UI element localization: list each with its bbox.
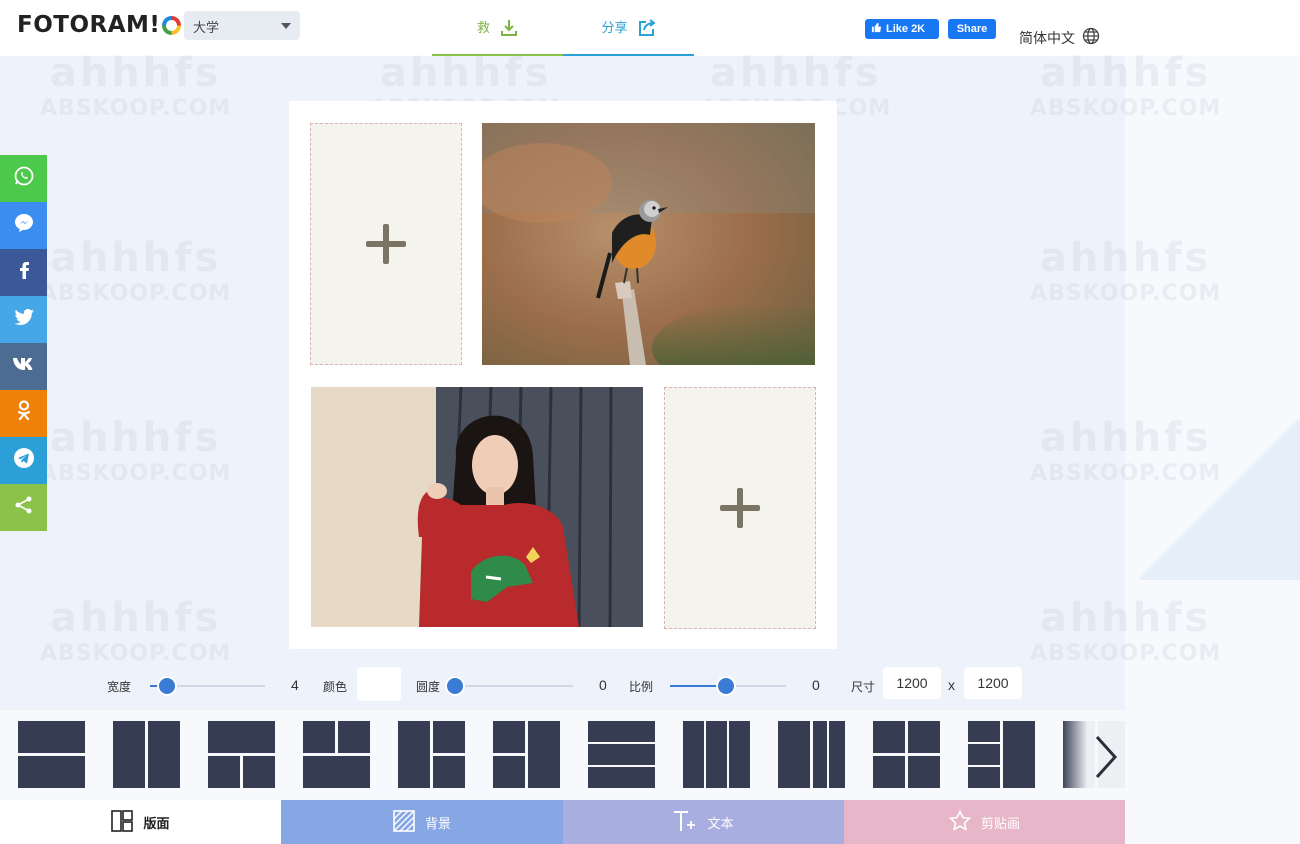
empty-photo-slot[interactable] [664, 387, 816, 629]
decorative-shape [1140, 420, 1300, 580]
plus-icon [720, 488, 760, 528]
layout-controls: 宽度 4 颜色 圆度 0 比例 0 尺寸 1200 x 1200 [0, 666, 1125, 704]
color-picker[interactable] [357, 667, 401, 701]
layout-thumb-6[interactable] [493, 721, 560, 788]
size-width-input[interactable]: 1200 [883, 667, 941, 699]
layout-thumb-4[interactable] [303, 721, 370, 788]
chevron-down-icon [281, 23, 291, 29]
bottom-tool-tabs: 版面 背景 文本 剪贴画 [0, 800, 1125, 844]
fotoramio-logo[interactable]: FOTORAM! [17, 12, 182, 38]
odnoklassniki-share-button[interactable] [0, 390, 47, 437]
empty-photo-slot[interactable] [310, 123, 462, 365]
size-height-input[interactable]: 1200 [964, 667, 1022, 699]
width-label: 宽度 [107, 680, 132, 694]
ratio-label: 比例 [629, 680, 654, 694]
roundness-value: 0 [599, 677, 607, 693]
layout-thumb-5[interactable] [398, 721, 465, 788]
odnoklassniki-icon [17, 400, 31, 427]
ratio-value: 0 [812, 677, 820, 693]
add-text-icon [673, 810, 697, 835]
width-value: 4 [291, 677, 299, 693]
layout-icon [111, 809, 134, 835]
layout-thumb-3[interactable] [208, 721, 275, 788]
language-selector[interactable]: 简体中文 [1019, 27, 1100, 48]
layout-template-strip [0, 710, 1125, 800]
globe-icon [1082, 27, 1100, 48]
color-label: 颜色 [323, 680, 348, 694]
width-slider[interactable] [150, 678, 265, 694]
collage-canvas[interactable] [289, 101, 837, 649]
portrait-photo[interactable] [311, 387, 643, 627]
download-icon [500, 14, 518, 54]
whatsapp-share-button[interactable] [0, 155, 47, 202]
layout-thumb-9[interactable] [778, 721, 845, 788]
facebook-icon [18, 261, 30, 284]
size-label: 尺寸 [851, 680, 876, 694]
more-share-button[interactable] [0, 484, 47, 531]
star-icon [948, 809, 972, 835]
thumbs-up-icon [871, 22, 882, 36]
tab-background[interactable]: 背景 [281, 800, 563, 844]
plus-icon [366, 224, 406, 264]
whatsapp-icon [13, 165, 35, 192]
category-select[interactable]: 大学 [184, 11, 300, 40]
messenger-share-button[interactable] [0, 202, 47, 249]
roundness-label: 圆度 [416, 680, 441, 694]
ratio-slider[interactable] [670, 678, 786, 694]
twitter-icon [13, 308, 34, 331]
telegram-share-button[interactable] [0, 437, 47, 484]
vk-share-button[interactable] [0, 343, 47, 390]
bird-photo[interactable] [482, 123, 815, 365]
messenger-icon [13, 212, 35, 239]
share-icon [14, 495, 34, 520]
vk-icon [12, 357, 36, 376]
layout-thumb-11[interactable] [968, 721, 1035, 788]
share-external-icon [638, 14, 656, 54]
size-separator: x [948, 677, 955, 693]
telegram-icon [13, 447, 35, 474]
layout-thumb-10[interactable] [873, 721, 940, 788]
top-header: FOTORAM! 大学 救 分享 Like 2K Share 简体中文 [0, 0, 1300, 56]
roundness-slider[interactable] [447, 678, 573, 694]
slider-knob[interactable] [159, 678, 175, 694]
slider-knob[interactable] [718, 678, 734, 694]
tab-text[interactable]: 文本 [563, 800, 844, 844]
facebook-share-button[interactable]: Share [948, 19, 996, 39]
tab-share[interactable]: 分享 [563, 14, 694, 56]
twitter-share-button[interactable] [0, 296, 47, 343]
chevron-right-icon[interactable] [1093, 735, 1119, 784]
facebook-like-button[interactable]: Like 2K [865, 19, 939, 39]
tab-clipart[interactable]: 剪贴画 [844, 800, 1125, 844]
background-pattern-icon [393, 809, 415, 835]
layout-thumb-1[interactable] [18, 721, 85, 788]
tab-save[interactable]: 救 [432, 14, 563, 56]
layout-thumb-2[interactable] [113, 721, 180, 788]
facebook-share-side-button[interactable] [0, 249, 47, 296]
slider-knob[interactable] [447, 678, 463, 694]
layout-thumb-7[interactable] [588, 721, 655, 788]
logo-ring-icon [162, 15, 182, 35]
layout-thumb-8[interactable] [683, 721, 750, 788]
social-share-bar [0, 155, 47, 531]
tab-layout[interactable]: 版面 [0, 800, 281, 844]
